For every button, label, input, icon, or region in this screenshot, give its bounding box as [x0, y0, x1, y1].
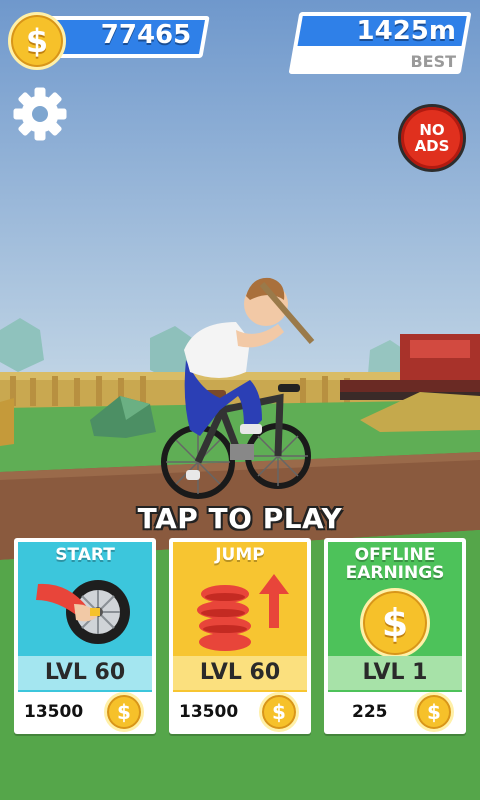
- no-ads-label-line1: NO: [419, 121, 445, 139]
- coin-icon: $: [104, 692, 144, 732]
- card-title-line1: OFFLINE: [354, 545, 436, 565]
- best-distance-value: 1425m: [356, 16, 456, 46]
- tap-to-play-prompt[interactable]: TAP TO PLAY: [0, 502, 480, 535]
- no-ads-label-line2: ADS: [414, 137, 450, 155]
- coin-count: 77465: [100, 20, 192, 50]
- no-ads-button[interactable]: NO ADS: [398, 104, 466, 172]
- coin-counter: $ 77465: [8, 12, 210, 70]
- card-cost: 13500: [24, 702, 84, 722]
- card-title: JUMP: [215, 545, 265, 565]
- upgrade-card-offline-earnings[interactable]: OFFLINE EARNINGS $ LVL 1 225 $: [324, 538, 466, 734]
- coin-icon: $: [360, 588, 430, 658]
- card-level: LVL 1: [328, 656, 462, 690]
- card-cost: 13500: [179, 702, 239, 722]
- card-title: OFFLINE EARNINGS: [328, 546, 462, 582]
- coin-icon: $: [259, 692, 299, 732]
- card-title-line2: EARNINGS: [345, 563, 445, 583]
- card-level: LVL 60: [173, 656, 307, 690]
- settings-gear-icon[interactable]: [10, 84, 70, 144]
- coin-icon: $: [414, 692, 454, 732]
- upgrade-card-jump[interactable]: JUMP LVL 60 13500 $: [169, 538, 311, 734]
- coin-icon: $: [8, 12, 66, 70]
- best-label: BEST: [410, 52, 456, 71]
- upgrade-card-start[interactable]: START LVL 60 13500 $: [14, 538, 156, 734]
- card-title: START: [55, 545, 115, 565]
- card-cost: 225: [352, 702, 388, 722]
- card-level: LVL 60: [18, 656, 152, 690]
- best-distance-panel: 1425m BEST: [288, 12, 472, 76]
